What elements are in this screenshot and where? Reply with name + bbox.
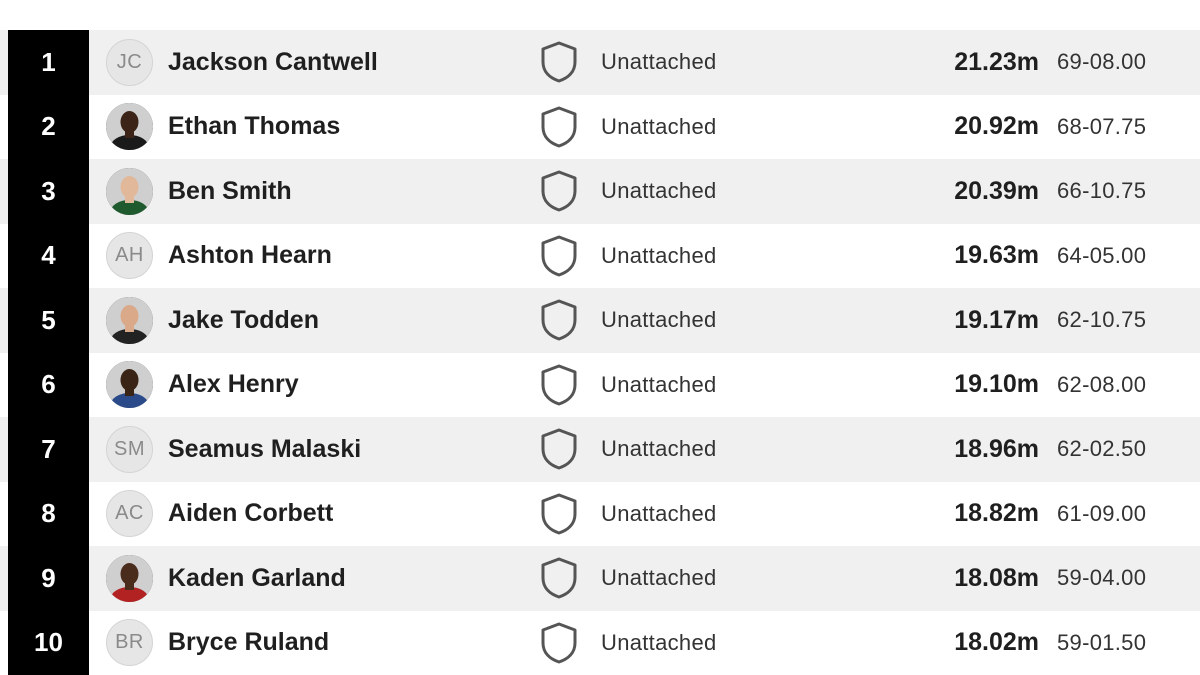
mark-metric: 20.39m xyxy=(954,177,1039,206)
shield-outline-icon xyxy=(539,427,579,471)
rank-cell: 5 xyxy=(8,288,89,353)
rank-cell: 10 xyxy=(8,611,89,675)
team-label: Unattached xyxy=(601,501,717,527)
athlete-photo-icon xyxy=(106,168,153,215)
rank-cell: 4 xyxy=(8,224,89,289)
shield-outline-icon xyxy=(539,363,579,407)
shield-outline-icon xyxy=(539,105,579,149)
shield-outline-icon xyxy=(539,621,579,665)
mark-metric: 21.23m xyxy=(954,48,1039,77)
results-table: 1 JC Jackson Cantwell Unattached 21.23m 69-08… xyxy=(0,30,1200,675)
mark-imperial: 62-10.75 xyxy=(1057,307,1146,333)
mark-imperial: 66-10.75 xyxy=(1057,178,1146,204)
rank-cell: 1 xyxy=(8,30,89,95)
table-row[interactable]: 7 SM Seamus Malaski Unattached 18.96m 62-02.5… xyxy=(0,417,1200,482)
mark-metric: 20.92m xyxy=(954,112,1039,141)
mark-metric: 18.96m xyxy=(954,435,1039,464)
shield-outline-icon xyxy=(539,556,579,600)
avatar[interactable]: JC xyxy=(106,39,153,86)
rank-cell: 2 xyxy=(8,95,89,160)
mark-imperial: 69-08.00 xyxy=(1057,49,1146,75)
mark-imperial: 62-02.50 xyxy=(1057,436,1146,462)
mark-imperial: 62-08.00 xyxy=(1057,372,1146,398)
team-label: Unattached xyxy=(601,178,717,204)
athlete-photo-icon xyxy=(106,555,153,602)
mark-metric: 19.63m xyxy=(954,241,1039,270)
athlete-photo-icon xyxy=(106,361,153,408)
athlete-name[interactable]: Kaden Garland xyxy=(168,564,346,593)
table-row[interactable]: 8 AC Aiden Corbett Unattached 18.82m 61-09.00 xyxy=(0,482,1200,547)
mark-metric: 18.82m xyxy=(954,499,1039,528)
avatar[interactable] xyxy=(106,168,153,215)
table-row[interactable]: 1 JC Jackson Cantwell Unattached 21.23m 69-08… xyxy=(0,30,1200,95)
athlete-photo-icon xyxy=(106,103,153,150)
table-row[interactable]: 6 Alex Henry Unattached 19.10m 62-08.00 xyxy=(0,353,1200,418)
rank-cell: 7 xyxy=(8,417,89,482)
mark-imperial: 61-09.00 xyxy=(1057,501,1146,527)
table-row[interactable]: 4 AH Ashton Hearn Unattached 19.63m 64-05.00 xyxy=(0,224,1200,289)
shield-outline-icon xyxy=(539,298,579,342)
table-row[interactable]: 5 Jake Todden Unattached 19.17m 62-10.75 xyxy=(0,288,1200,353)
athlete-name[interactable]: Aiden Corbett xyxy=(168,499,333,528)
mark-metric: 18.08m xyxy=(954,564,1039,593)
team-label: Unattached xyxy=(601,630,717,656)
athlete-name[interactable]: Ethan Thomas xyxy=(168,112,340,141)
avatar[interactable] xyxy=(106,555,153,602)
shield-outline-icon xyxy=(539,40,579,84)
shield-outline-icon xyxy=(539,492,579,536)
rank-cell: 8 xyxy=(8,482,89,547)
athlete-name[interactable]: Jake Todden xyxy=(168,306,319,335)
shield-outline-icon xyxy=(539,234,579,278)
rank-cell: 3 xyxy=(8,159,89,224)
team-label: Unattached xyxy=(601,49,717,75)
athlete-name[interactable]: Ashton Hearn xyxy=(168,241,332,270)
team-label: Unattached xyxy=(601,307,717,333)
team-label: Unattached xyxy=(601,114,717,140)
mark-imperial: 64-05.00 xyxy=(1057,243,1146,269)
mark-imperial: 68-07.75 xyxy=(1057,114,1146,140)
rank-cell: 6 xyxy=(8,353,89,418)
athlete-name[interactable]: Bryce Ruland xyxy=(168,628,329,657)
team-label: Unattached xyxy=(601,372,717,398)
avatar[interactable] xyxy=(106,361,153,408)
team-label: Unattached xyxy=(601,243,717,269)
table-row[interactable]: 9 Kaden Garland Unattached 18.08m 59-04.00 xyxy=(0,546,1200,611)
shield-outline-icon xyxy=(539,169,579,213)
athlete-name[interactable]: Seamus Malaski xyxy=(168,435,361,464)
athlete-name[interactable]: Jackson Cantwell xyxy=(168,48,378,77)
athlete-name[interactable]: Ben Smith xyxy=(168,177,292,206)
avatar[interactable] xyxy=(106,103,153,150)
table-row[interactable]: 10 BR Bryce Ruland Unattached 18.02m 59-01.50 xyxy=(0,611,1200,675)
avatar[interactable]: AH xyxy=(106,232,153,279)
athlete-name[interactable]: Alex Henry xyxy=(168,370,299,399)
avatar[interactable]: AC xyxy=(106,490,153,537)
avatar[interactable]: BR xyxy=(106,619,153,666)
table-row[interactable]: 2 Ethan Thomas Unattached 20.92m 68-07.75 xyxy=(0,95,1200,160)
table-row[interactable]: 3 Ben Smith Unattached 20.39m 66-10.75 xyxy=(0,159,1200,224)
mark-imperial: 59-04.00 xyxy=(1057,565,1146,591)
team-label: Unattached xyxy=(601,436,717,462)
team-label: Unattached xyxy=(601,565,717,591)
mark-metric: 18.02m xyxy=(954,628,1039,657)
rank-cell: 9 xyxy=(8,546,89,611)
avatar[interactable] xyxy=(106,297,153,344)
athlete-photo-icon xyxy=(106,297,153,344)
mark-metric: 19.10m xyxy=(954,370,1039,399)
mark-metric: 19.17m xyxy=(954,306,1039,335)
mark-imperial: 59-01.50 xyxy=(1057,630,1146,656)
avatar[interactable]: SM xyxy=(106,426,153,473)
